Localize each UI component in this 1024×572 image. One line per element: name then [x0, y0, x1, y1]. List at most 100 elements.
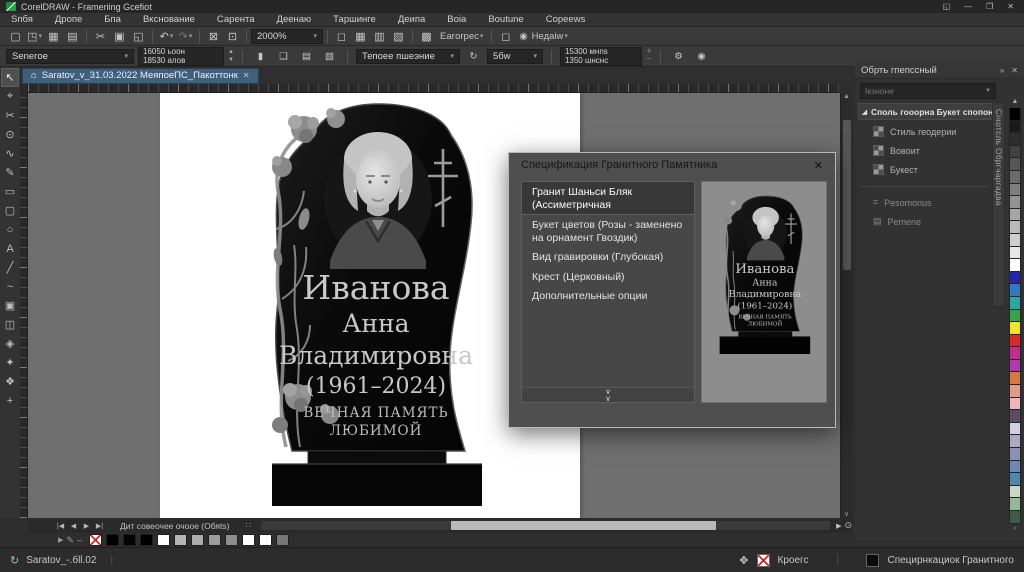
- curve-tool[interactable]: ∿: [1, 144, 19, 163]
- color-swatch[interactable]: [1009, 272, 1021, 285]
- color-swatch[interactable]: [1009, 171, 1021, 184]
- pick-tool[interactable]: ↖: [1, 68, 19, 87]
- page-tab[interactable]: Дит совеочее очооe (Обяts): [120, 521, 229, 531]
- line-tool[interactable]: ╱: [1, 258, 19, 277]
- horizontal-scrollbar[interactable]: [261, 521, 830, 530]
- minimize-button[interactable]: —: [964, 2, 972, 11]
- eyedropper-tool[interactable]: ✦: [1, 353, 19, 372]
- fullscreen-preview-button[interactable]: ◻: [332, 28, 351, 45]
- placeholder-tool[interactable]: ◫: [1, 315, 19, 334]
- rotate-icon[interactable]: ↻: [464, 48, 483, 65]
- rounded-rectangle-tool[interactable]: ▢: [1, 201, 19, 220]
- menu-effects[interactable]: Деенаю: [266, 14, 323, 25]
- color-swatch[interactable]: [1009, 398, 1021, 411]
- doc-swatch[interactable]: [191, 534, 204, 546]
- doc-swatch[interactable]: [259, 534, 272, 546]
- spec-item-engraving[interactable]: Вид гравировки (Глубокая): [522, 247, 694, 267]
- grid-view-button[interactable]: ▦: [351, 28, 370, 45]
- vertical-scroll-thumb[interactable]: [843, 120, 851, 270]
- color-swatch[interactable]: [1009, 108, 1021, 121]
- menu-file[interactable]: Sпбя: [0, 14, 44, 25]
- menu-window[interactable]: Copeews: [535, 14, 597, 25]
- align-dropdown[interactable]: Eaгorpec▾: [436, 28, 487, 45]
- size-spinner[interactable]: ▲▼: [228, 48, 234, 64]
- docker-item-resomonus[interactable]: ⌗ Pesomonus: [855, 193, 990, 212]
- docker-item-style[interactable]: Стиль геодерии: [855, 122, 990, 141]
- pages-icon[interactable]: ∷: [245, 520, 250, 531]
- menu-layout[interactable]: Вкснование: [132, 14, 206, 25]
- docker-group-header[interactable]: ◢ Споль гооорна Букет спопонжеанный: [858, 103, 994, 120]
- rectangle-tool[interactable]: ▭: [1, 182, 19, 201]
- doc-swatch[interactable]: [140, 534, 153, 546]
- specification-dialog[interactable]: Спецификация Гранитного Памятника ✕ Гран…: [508, 152, 836, 428]
- color-swatch[interactable]: [1009, 209, 1021, 222]
- import-button[interactable]: ⊠: [204, 28, 223, 45]
- color-swatch[interactable]: [1009, 322, 1021, 335]
- menu-object[interactable]: Сарента: [206, 14, 266, 25]
- vertical-ruler[interactable]: [20, 93, 28, 518]
- docker-item-vovoit[interactable]: Вовоит: [855, 141, 990, 160]
- frame-tool[interactable]: ▣: [1, 296, 19, 315]
- spec-item-cross[interactable]: Крест (Церковный): [522, 267, 694, 287]
- mode-combo[interactable]: Тепоее пшеэние▾: [356, 49, 460, 64]
- print-button[interactable]: ▤: [63, 28, 82, 45]
- last-page-button[interactable]: ▶|: [93, 522, 106, 530]
- close-button[interactable]: ✕: [1007, 2, 1014, 11]
- doc-swatch[interactable]: [276, 534, 289, 546]
- spec-item-granite[interactable]: Гранит Шаньси Бляк (Ассиметричная: [522, 182, 694, 215]
- units-combo[interactable]: 5бw▾: [487, 49, 543, 64]
- crop-tool[interactable]: ✂: [1, 106, 19, 125]
- horizontal-ruler[interactable]: [28, 84, 840, 93]
- scroll-down-icon[interactable]: ∨: [844, 510, 849, 518]
- color-swatch[interactable]: [1009, 435, 1021, 448]
- zoom-level-combo[interactable]: 2000%▾: [251, 29, 323, 44]
- color-swatch[interactable]: [1009, 184, 1021, 197]
- redo-button[interactable]: ↷▾: [176, 28, 195, 45]
- color-swatch[interactable]: [1009, 247, 1021, 260]
- docker-side-tab[interactable]: Січотсль Обргчаргадва: [992, 102, 1005, 307]
- palette-up-icon[interactable]: ▲: [1012, 98, 1019, 108]
- doc-swatch[interactable]: [208, 534, 221, 546]
- dialog-close-icon[interactable]: ✕: [814, 159, 823, 172]
- color-swatch[interactable]: [1009, 423, 1021, 436]
- dialog-title-bar[interactable]: Спецификация Гранитного Памятника ✕: [509, 153, 835, 177]
- search-input[interactable]: [865, 86, 985, 96]
- smart-fill-tool[interactable]: ❖: [1, 372, 19, 391]
- no-color-swatch[interactable]: [89, 534, 102, 546]
- color-swatch[interactable]: [1009, 372, 1021, 385]
- spec-item-options[interactable]: Дополнительные опции: [522, 286, 694, 306]
- color-swatch[interactable]: [1009, 284, 1021, 297]
- doc-swatch[interactable]: [225, 534, 238, 546]
- palette-flyout-icon[interactable]: ›: [1014, 525, 1016, 535]
- doc-swatch[interactable]: [174, 534, 187, 546]
- show-grid-button[interactable]: ▩: [417, 28, 436, 45]
- shape-tool[interactable]: ⌖: [1, 87, 19, 106]
- palette-flyout-icon[interactable]: ▶: [58, 536, 63, 544]
- document-tab[interactable]: ⌂ Saratov_v_31.03.2022 МеяпоеПС_Пакоттон…: [22, 68, 259, 84]
- color-swatch[interactable]: [1009, 498, 1021, 511]
- menu-tools[interactable]: Boutune: [477, 14, 534, 25]
- page-landscape-button[interactable]: ❏: [274, 48, 293, 65]
- palette-eyedropper-icon[interactable]: ✎: [66, 535, 74, 546]
- menu-text[interactable]: Деипа: [387, 14, 436, 25]
- enhanced-view-button[interactable]: ▧: [389, 28, 408, 45]
- paste-button[interactable]: ◱: [129, 28, 148, 45]
- spec-item-bouquet[interactable]: Букет цветов (Розы - заменено на орнамен…: [522, 215, 694, 247]
- next-page-button[interactable]: ▶: [80, 522, 93, 530]
- page-portrait-button[interactable]: ▮: [251, 48, 270, 65]
- apply-to-layout-button[interactable]: ▤: [297, 48, 316, 65]
- menu-table[interactable]: Воiа: [436, 14, 477, 25]
- color-swatch[interactable]: [1009, 473, 1021, 486]
- monument-artwork[interactable]: Иванова Анна Владимировна (1961–2024) ВЕ…: [246, 99, 504, 509]
- horizontal-scroll-thumb[interactable]: [451, 521, 716, 530]
- restore-button[interactable]: ❐: [986, 2, 993, 11]
- save-button[interactable]: ▦: [44, 28, 63, 45]
- layout-icon[interactable]: ◱: [943, 2, 951, 11]
- color-swatch[interactable]: [1009, 146, 1021, 159]
- position-spinner[interactable]: ＋－: [646, 48, 652, 64]
- doc-swatch[interactable]: [157, 534, 170, 546]
- cut-button[interactable]: ✂: [91, 28, 110, 45]
- fill-tool[interactable]: ◈: [1, 334, 19, 353]
- color-swatch[interactable]: [1009, 360, 1021, 373]
- color-swatch[interactable]: [1009, 347, 1021, 360]
